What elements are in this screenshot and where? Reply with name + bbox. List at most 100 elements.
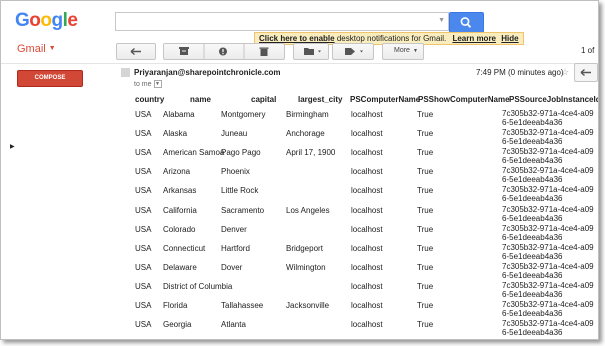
cell-show-computer-name: True	[417, 262, 434, 272]
reply-button[interactable]	[574, 63, 598, 82]
cell-largest-city: Anchorage	[286, 129, 325, 139]
action-icons	[179, 44, 269, 59]
label-icon	[345, 48, 363, 55]
expand-sidebar-icon[interactable]: ▶	[10, 143, 15, 150]
gmail-label: Gmail	[17, 43, 46, 55]
logo-letter: e	[67, 10, 78, 31]
cell-computer-name: localhost	[351, 129, 383, 139]
cell-capital: Little Rock	[221, 186, 259, 196]
table-row: USA Arizona Phoenix localhost True 7c305b32-9…	[132, 166, 598, 185]
logo-letter: g	[51, 10, 64, 31]
search-options-icon[interactable]: ▼	[438, 17, 445, 24]
cell-show-computer-name: True	[417, 205, 434, 215]
cell-computer-name: localhost	[351, 205, 383, 215]
cell-country: USA	[135, 167, 152, 177]
avatar	[121, 68, 130, 77]
column-header: country	[135, 95, 165, 104]
cell-country: USA	[135, 262, 152, 272]
move-to-button[interactable]	[293, 43, 329, 60]
cell-capital: Juneau	[221, 129, 248, 139]
cell-show-computer-name: True	[417, 110, 434, 119]
archive-icon[interactable]	[179, 47, 189, 55]
cell-country: USA	[135, 281, 152, 291]
logo-letter: o	[29, 10, 41, 31]
cell-job-instance-id: 7c305b32-971a-4ce4-a096-5e1deeab4a36	[502, 319, 594, 338]
cell-name: Florida	[163, 301, 188, 310]
notification-message: desktop notifications for Gmail.	[334, 34, 447, 43]
cell-job-instance-id: 7c305b32-971a-4ce4-a096-5e1deeab4a36	[502, 300, 594, 318]
cell-capital: Sacramento	[221, 205, 265, 215]
cell-job-instance-id: 7c305b32-971a-4ce4-a096-5e1deeab4a36	[502, 166, 594, 185]
column-header: capital	[251, 95, 277, 104]
show-details-icon[interactable]: ▼	[153, 80, 162, 88]
cell-capital: Phoenix	[221, 167, 250, 177]
logo-letter: o	[40, 10, 52, 31]
cell-name: Georgia	[163, 320, 192, 330]
search-button[interactable]	[449, 12, 484, 33]
cell-country: USA	[135, 224, 152, 234]
cell-job-instance-id: 7c305b32-971a-4ce4-a096-5e1deeab4a36	[502, 242, 594, 261]
learn-more-link[interactable]: Learn more	[452, 34, 496, 43]
cell-largest-city: Birmingham	[286, 110, 329, 119]
enable-notifications-link[interactable]: Click here to enable	[259, 34, 335, 43]
cell-computer-name: localhost	[351, 167, 383, 177]
cell-country: USA	[135, 110, 152, 119]
logo-letter: G	[15, 10, 30, 31]
table-row: USA District of Columbia localhost True 7c30…	[132, 281, 598, 300]
cell-name: California	[163, 205, 197, 215]
cell-job-instance-id: 7c305b32-971a-4ce4-a096-5e1deeab4a36	[502, 185, 594, 204]
column-header: name	[190, 95, 211, 104]
report-spam-icon[interactable]	[219, 47, 227, 56]
cell-computer-name: localhost	[351, 186, 383, 196]
sender-address[interactable]: Priyaranjan@sharepointchronicle.com	[134, 68, 281, 77]
cell-country: USA	[135, 186, 152, 196]
google-logo[interactable]: Google	[15, 10, 78, 32]
column-header: PSShowComputerName	[418, 95, 510, 104]
hide-link[interactable]: Hide	[501, 34, 518, 43]
cell-job-instance-id: 7c305b32-971a-4ce4-a096-5e1deeab4a36	[502, 261, 594, 280]
table-row: USA California Sacramento Los Angeles localh…	[132, 205, 598, 224]
star-icon[interactable]: ☆	[561, 67, 569, 78]
column-header: PSComputerName	[350, 95, 421, 104]
table-row: USA Alabama Montgomery Birmingham localhost T…	[132, 109, 598, 128]
cell-country: USA	[135, 129, 152, 139]
cell-country: USA	[135, 301, 152, 310]
chevron-down-icon: ▼	[48, 45, 56, 52]
action-button-group	[163, 43, 285, 60]
cell-show-computer-name: True	[417, 224, 434, 234]
cell-show-computer-name: True	[417, 148, 434, 158]
cell-country: USA	[135, 243, 152, 253]
gmail-window: Google ▼ Click here to enable desktop no…	[0, 0, 599, 340]
cell-computer-name: localhost	[351, 224, 383, 234]
cell-name: American Samoa	[163, 148, 225, 158]
cell-show-computer-name: True	[417, 281, 434, 291]
labels-button[interactable]	[332, 43, 374, 60]
toolbar-divider	[1, 63, 598, 64]
gmail-menu[interactable]: Gmail ▼	[17, 43, 56, 55]
cell-capital: Dover	[221, 262, 243, 272]
delete-icon[interactable]	[259, 47, 269, 57]
cell-largest-city: Los Angeles	[286, 205, 330, 215]
more-button[interactable]: More ▼	[382, 43, 424, 60]
cell-computer-name: localhost	[351, 301, 383, 310]
search-input[interactable]: ▼	[115, 12, 449, 31]
recipient-line: to me ▼	[134, 80, 162, 88]
table-row: USA Alaska Juneau Anchorage localhost True 7c3…	[132, 128, 598, 147]
table-row: USA Connecticut Hartford Bridgeport localhos…	[132, 243, 598, 262]
table-row: USA Arkansas Little Rock localhost True 7c305…	[132, 185, 598, 204]
back-button[interactable]	[116, 43, 156, 60]
cell-largest-city: April 17, 1900	[286, 148, 336, 158]
cell-country: USA	[135, 148, 152, 158]
cell-capital: Pago Pago	[221, 148, 261, 158]
cell-capital: Atlanta	[221, 320, 246, 330]
more-label: More	[394, 47, 410, 54]
compose-button[interactable]: COMPOSE	[17, 70, 83, 87]
folder-icon	[304, 48, 321, 55]
cell-computer-name: localhost	[351, 148, 383, 158]
cell-job-instance-id: 7c305b32-971a-4ce4-a096-5e1deeab4a36	[502, 204, 594, 223]
cell-capital: Tallahassee	[221, 301, 264, 310]
reply-icon	[580, 68, 591, 77]
cell-capital: Hartford	[221, 243, 250, 253]
cell-computer-name: localhost	[351, 110, 383, 119]
cell-computer-name: localhost	[351, 281, 383, 291]
